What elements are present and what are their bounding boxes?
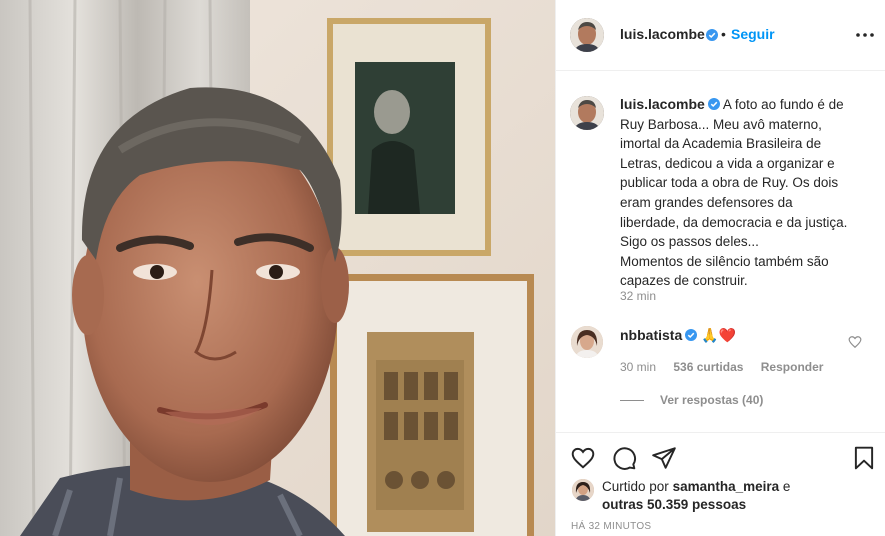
caption-author-avatar[interactable] [570, 96, 604, 130]
caption-line: Letras, dedicou a vida a organizar e [620, 155, 835, 171]
post-photo[interactable] [0, 0, 555, 536]
verified-badge-icon [707, 98, 720, 110]
view-replies-button[interactable]: Ver respostas (40) [620, 393, 763, 407]
reply-button[interactable]: Responder [761, 360, 824, 374]
likes-prefix: Curtido por [602, 479, 669, 494]
caption-line: imortal da Academia Brasileira de [620, 136, 822, 152]
action-bar [556, 432, 885, 474]
post-header: luis.lacombe • Seguir [556, 0, 885, 71]
caption-line: Sigo os passos deles... [620, 234, 759, 250]
liker-avatar[interactable] [572, 479, 594, 501]
separator-dot: • [721, 26, 726, 42]
liker-username[interactable]: samantha_meira [673, 479, 780, 494]
commenter-avatar[interactable] [571, 326, 603, 358]
more-options-icon[interactable] [853, 26, 877, 44]
comment-meta: 30 min 536 curtidas Responder [620, 360, 837, 374]
view-replies-label[interactable]: Ver respostas (40) [660, 393, 763, 407]
caption-line: liberdade, da democracia e da justiça. [620, 214, 848, 230]
commenter-username[interactable]: nbbatista [620, 327, 682, 343]
likes-text: Curtido por samantha_meira e outras 50.3… [602, 478, 872, 513]
author-username[interactable]: luis.lacombe [620, 26, 705, 42]
caption-line: A foto ao fundo é de [722, 97, 844, 112]
post-side-panel: luis.lacombe • Seguir luis.lacombe A fot… [555, 0, 885, 536]
caption-line: Momentos de silêncio também são [620, 253, 829, 269]
comment-emoji: 🙏❤️ [701, 327, 736, 343]
comment-like-heart-icon[interactable] [848, 335, 862, 349]
bookmark-icon[interactable] [851, 445, 877, 471]
comment-text: nbbatista 🙏❤️ [620, 327, 736, 344]
verified-badge-icon [703, 27, 718, 45]
likes-and: e [782, 479, 791, 494]
likes-others-link[interactable]: outras 50.359 pessoas [602, 497, 746, 512]
share-icon[interactable] [651, 445, 677, 471]
author-avatar[interactable] [570, 18, 604, 52]
caption-author-username[interactable]: luis.lacombe [620, 96, 705, 112]
post-photo-illustration [0, 0, 555, 536]
caption-line: eram grandes defensores da [620, 194, 793, 210]
follow-button[interactable]: Seguir [731, 26, 775, 42]
caption-line: capazes de construir. [620, 273, 748, 289]
post-timestamp[interactable]: HÁ 32 MINUTOS [571, 521, 651, 532]
verified-badge-icon [685, 329, 698, 341]
heart-icon[interactable] [570, 445, 596, 471]
caption-timestamp[interactable]: 32 min [620, 289, 656, 303]
replies-divider [620, 400, 644, 402]
comment-icon[interactable] [611, 445, 637, 471]
caption-line: publicar toda a obra de Ruy. Os dois [620, 175, 839, 191]
comment-likes[interactable]: 536 curtidas [673, 360, 743, 374]
caption-text: luis.lacombe A foto ao fundo é de Ruy Ba… [620, 95, 872, 291]
comment-time[interactable]: 30 min [620, 360, 656, 374]
caption-line: Ruy Barbosa... Meu avô materno, [620, 116, 822, 132]
caption-first-line: luis.lacombe A foto ao fundo é de [620, 95, 872, 115]
